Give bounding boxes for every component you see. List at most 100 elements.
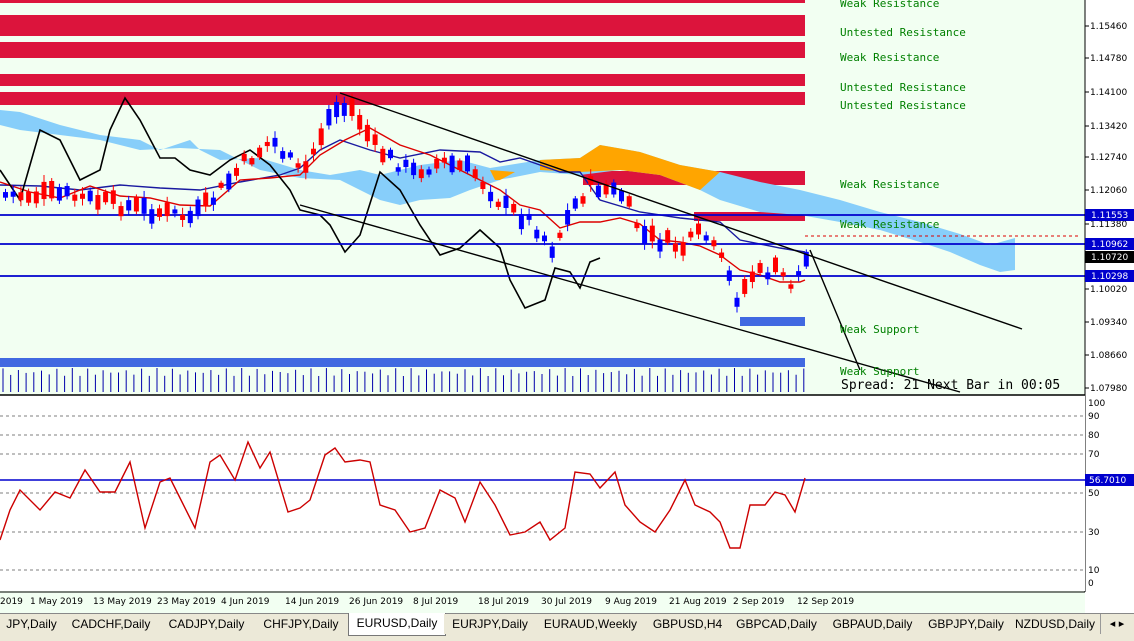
date-tick-label: 14 Jun 2019 (285, 597, 339, 607)
price-tick-label: 1.08660 (1090, 351, 1127, 361)
candle-body (411, 162, 417, 176)
price-tick-label: 1.09340 (1090, 318, 1127, 328)
candle-body (87, 190, 93, 202)
candle-body (634, 222, 640, 229)
candle-body (41, 181, 47, 200)
candle-body (626, 196, 632, 207)
symbol-tab[interactable]: EURJPY,Daily (444, 614, 537, 634)
candle-body (657, 239, 663, 252)
price-tick-label: 1.11380 (1090, 220, 1127, 230)
zone-label: Weak Resistance (840, 0, 939, 10)
candle-body (488, 191, 494, 202)
zone-label: Weak Support (840, 323, 919, 336)
symbol-tab[interactable]: EURAUD,Weekly (536, 614, 646, 634)
candle-body (341, 103, 347, 116)
candle-body (364, 124, 370, 142)
symbol-tab[interactable]: NZDUSD,Daily (1010, 614, 1101, 634)
candle-body (264, 141, 270, 147)
candle-body (49, 181, 55, 199)
candle-body (642, 226, 648, 244)
price-tag-label: 1.11553 (1091, 211, 1128, 221)
candle-body (388, 149, 393, 159)
symbol-tab[interactable]: JPY,Daily (0, 614, 64, 634)
candle-body (257, 147, 263, 158)
date-tick-label: 18 Jul 2019 (478, 597, 529, 607)
symbol-tab[interactable]: CHFJPY,Daily (254, 614, 349, 634)
candle-body (703, 235, 709, 241)
symbol-tab[interactable]: EURUSD,Daily (348, 613, 446, 636)
candle-body (495, 201, 501, 207)
symbol-tab[interactable]: GBPJPY,Daily (922, 614, 1011, 634)
spread-status: Spread: 21 Next Bar in 00:05 (841, 378, 1060, 393)
price-tag-label: 1.10962 (1091, 240, 1128, 250)
candle-body (511, 203, 517, 213)
candle-body (10, 191, 16, 197)
candle-body (172, 209, 178, 214)
candle-body (149, 209, 155, 224)
rsi-tick-label: 80 (1088, 431, 1100, 441)
rsi-tick-label: 50 (1088, 489, 1100, 499)
price-tick-label: 1.15460 (1090, 22, 1127, 32)
price-tick-label: 1.14100 (1090, 88, 1127, 98)
candle-body (195, 199, 201, 217)
candle-body (241, 153, 247, 162)
candle-body (218, 182, 224, 188)
symbol-tab[interactable]: GBPAUD,Daily (823, 614, 923, 634)
candle-body (757, 263, 763, 273)
symbol-tab[interactable]: CADCHF,Daily (63, 614, 160, 634)
candle-body (549, 246, 555, 258)
candle-body (696, 223, 701, 235)
date-tick-label: 12 Sep 2019 (797, 597, 854, 607)
candle-body (418, 169, 424, 179)
tab-scroll-arrows[interactable]: ◂ ▸ (1100, 614, 1134, 634)
candle-body (103, 191, 109, 203)
candle-body (187, 210, 193, 224)
candle-body (164, 202, 170, 217)
candle-body (295, 163, 301, 168)
price-chart[interactable]: Weak Resistance Untested Resistance Weak R… (0, 0, 1134, 613)
candle-body (426, 169, 432, 175)
candle-body (680, 242, 686, 256)
symbol-tab[interactable]: CADJPY,Daily (159, 614, 255, 634)
price-tick-label: 1.12740 (1090, 153, 1127, 163)
candle-body (95, 195, 101, 210)
candle-body (580, 196, 586, 204)
candle-body (380, 148, 386, 163)
symbol-tab[interactable]: GBPCAD,Daily (730, 614, 824, 634)
candle-body (110, 190, 116, 204)
candle-body (742, 278, 748, 294)
price-tick-label: 1.14780 (1090, 54, 1127, 64)
date-tick-label: 2019 (0, 597, 23, 607)
zone-support (0, 358, 805, 367)
candle-body (318, 128, 324, 146)
candle-body (56, 187, 62, 201)
zone-label: Untested Resistance (840, 81, 966, 94)
zone-resistance (0, 42, 805, 58)
symbol-tab-bar: JPY,Daily CADCHF,Daily CADJPY,Daily CHFJPY,… (0, 613, 1134, 641)
candle-body (672, 243, 678, 252)
candle-body (788, 284, 794, 289)
candle-body (565, 210, 571, 225)
zone-label: Weak Support (840, 365, 919, 378)
candle-body (349, 98, 355, 117)
zone-resistance (0, 0, 805, 3)
candle-body (734, 297, 740, 307)
date-tick-label: 1 May 2019 (30, 597, 83, 607)
candle-body (33, 191, 39, 204)
candle-body (542, 235, 547, 242)
date-tick-label: 9 Aug 2019 (605, 597, 657, 607)
candle-body (72, 194, 78, 201)
date-tick-label: 13 May 2019 (93, 597, 152, 607)
candle-body (449, 155, 455, 173)
candle-body (518, 214, 524, 230)
candle-body (472, 169, 478, 179)
zone-label: Untested Resistance (840, 99, 966, 112)
symbol-tab[interactable]: GBPUSD,H4 (645, 614, 731, 634)
candle-body (526, 214, 532, 220)
candle-body (595, 185, 601, 198)
zone-label: Untested Resistance (840, 26, 966, 39)
price-tag-label: 1.10298 (1091, 272, 1128, 282)
candle-body (457, 160, 463, 171)
candle-body (357, 114, 363, 130)
rsi-tick-label: 100 (1088, 399, 1105, 409)
